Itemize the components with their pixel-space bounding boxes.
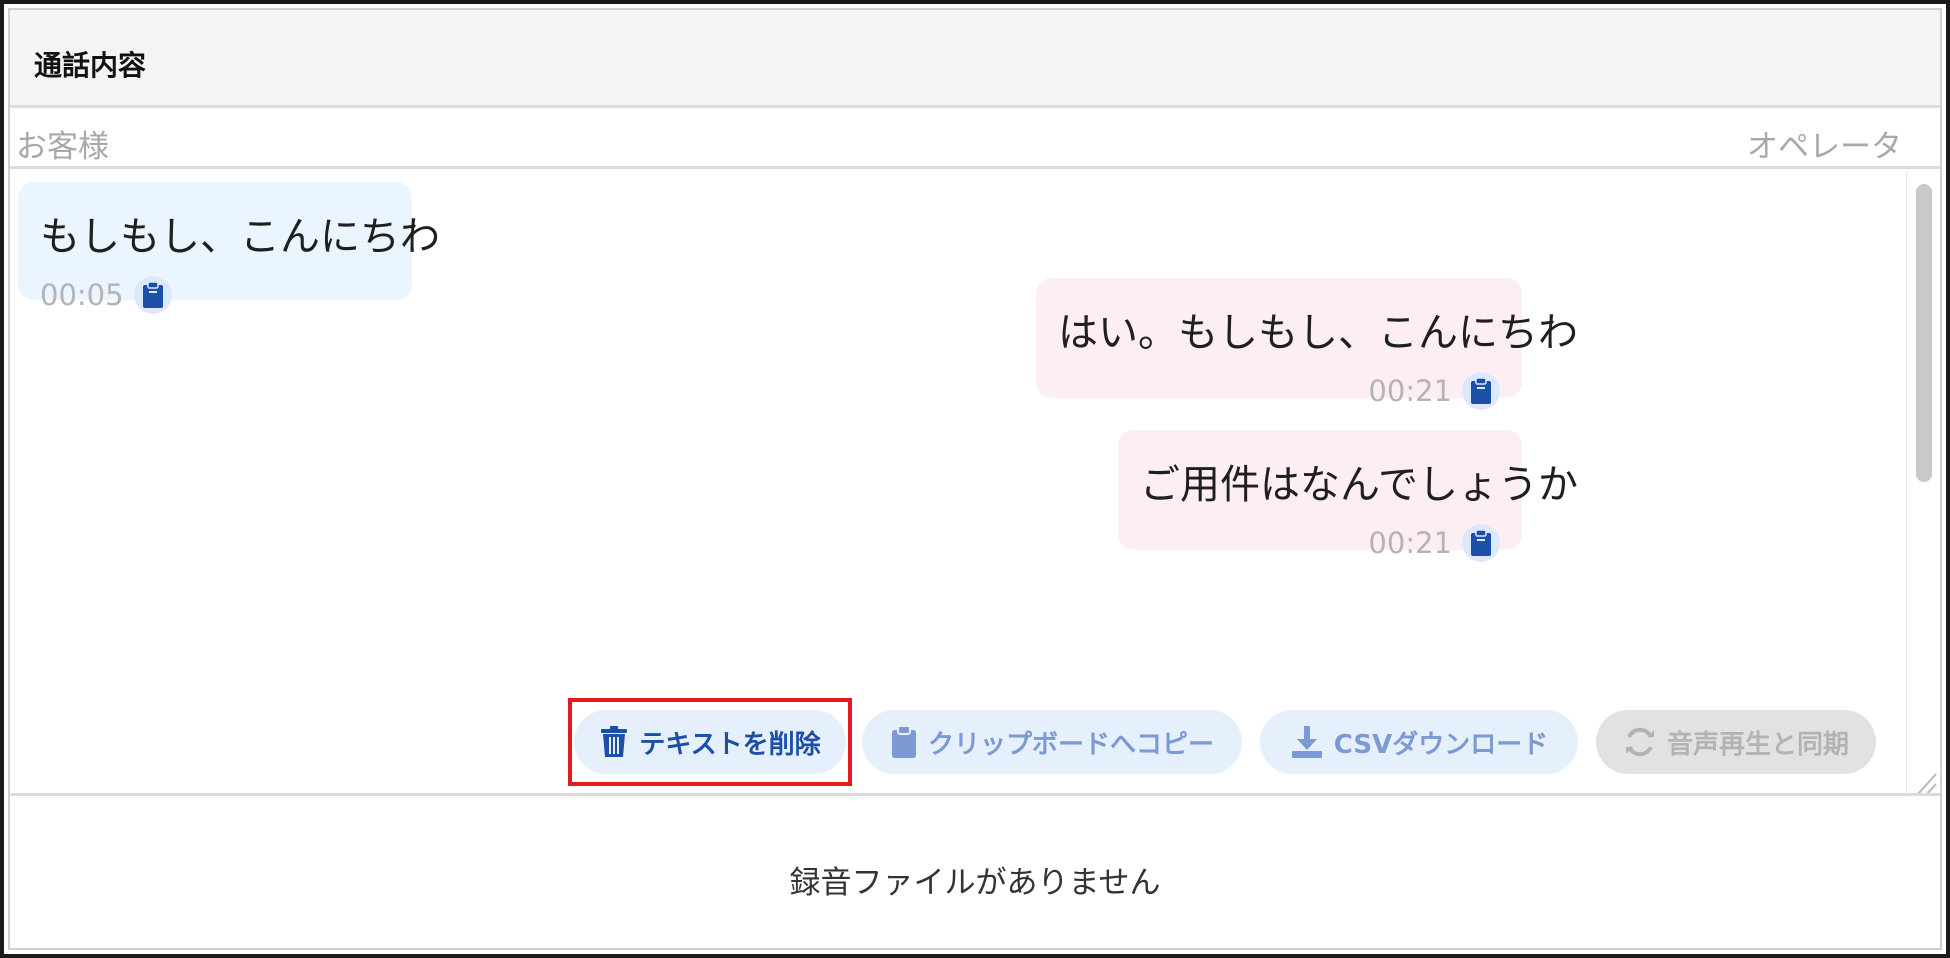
delete-text-button[interactable]: テキストを削除 bbox=[574, 710, 846, 774]
message-meta: 00:05 bbox=[40, 276, 390, 314]
message-meta: 00:21 bbox=[1058, 372, 1500, 410]
sync-audio-label: 音声再生と同期 bbox=[1666, 729, 1849, 760]
scrollbar-thumb[interactable] bbox=[1916, 184, 1932, 482]
copy-message-button[interactable] bbox=[1462, 372, 1500, 410]
no-recording-message: 録音ファイルがありません bbox=[789, 865, 1161, 901]
download-icon bbox=[1291, 726, 1322, 758]
audio-player-area: 録音ファイルがありません bbox=[10, 799, 1940, 948]
clipboard-icon bbox=[1471, 529, 1491, 556]
transcript-area[interactable]: もしもし、こんにちわ 00:05 はい。もしもし、こんにちわ 00:21 ご用件… bbox=[10, 172, 1940, 796]
operator-role-label: オペレータ bbox=[1747, 129, 1902, 165]
window-frame: 通話内容 お客様 オペレータ もしもし、こんにちわ 00:05 はい。もしもし、… bbox=[0, 0, 1950, 958]
message-timestamp: 00:05 bbox=[40, 278, 124, 312]
clipboard-icon bbox=[1471, 377, 1491, 404]
message-timestamp: 00:21 bbox=[1368, 526, 1452, 560]
message-text: ご用件はなんでしょうか bbox=[1140, 462, 1578, 508]
panel-header: 通話内容 bbox=[10, 10, 1940, 108]
clipboard-icon bbox=[891, 725, 916, 758]
resize-grip-icon[interactable] bbox=[1906, 760, 1938, 796]
transcript-scrollbar[interactable] bbox=[1906, 172, 1938, 793]
trash-icon bbox=[601, 726, 628, 757]
message-text: もしもし、こんにちわ bbox=[40, 214, 440, 260]
message-timestamp: 00:21 bbox=[1368, 374, 1452, 408]
delete-text-label: テキストを削除 bbox=[639, 729, 821, 760]
copy-message-button[interactable] bbox=[133, 276, 172, 314]
panel-title: 通話内容 bbox=[34, 49, 147, 82]
message-bubble-customer: もしもし、こんにちわ 00:05 bbox=[18, 182, 440, 314]
csv-download-button[interactable]: CSVダウンロード bbox=[1260, 710, 1578, 774]
sync-audio-button: 音声再生と同期 bbox=[1596, 710, 1876, 774]
customer-role-label: お客様 bbox=[16, 129, 109, 165]
copy-message-button[interactable] bbox=[1462, 524, 1500, 562]
speaker-role-bar: お客様 オペレータ bbox=[10, 111, 1940, 169]
message-bubble-operator: はい。もしもし、こんにちわ 00:21 bbox=[1036, 278, 1578, 410]
clipboard-icon bbox=[142, 281, 163, 308]
sync-icon bbox=[1625, 727, 1654, 757]
message-text: はい。もしもし、こんにちわ bbox=[1058, 310, 1578, 356]
csv-download-label: CSVダウンロード bbox=[1333, 729, 1549, 760]
message-meta: 00:21 bbox=[1140, 524, 1500, 562]
copy-to-clipboard-label: クリップボードへコピー bbox=[927, 729, 1214, 760]
message-bubble-operator: ご用件はなんでしょうか 00:21 bbox=[1118, 430, 1578, 562]
call-content-panel: 通話内容 お客様 オペレータ もしもし、こんにちわ 00:05 はい。もしもし、… bbox=[8, 8, 1942, 950]
copy-to-clipboard-button[interactable]: クリップボードへコピー bbox=[862, 710, 1242, 774]
